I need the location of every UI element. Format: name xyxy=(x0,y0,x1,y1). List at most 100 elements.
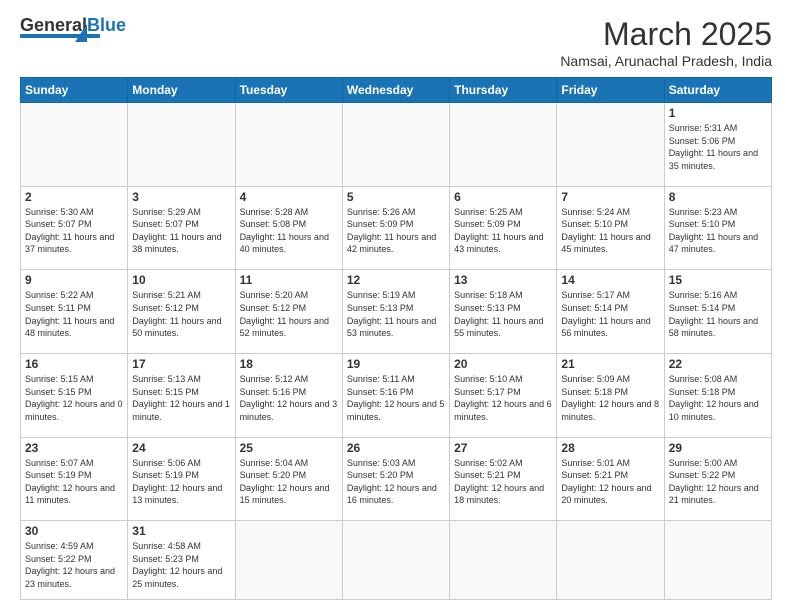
day-cell: 29Sunrise: 5:00 AM Sunset: 5:22 PM Dayli… xyxy=(664,437,771,521)
day-info: Sunrise: 5:03 AM Sunset: 5:20 PM Dayligh… xyxy=(347,457,445,507)
day-number: 16 xyxy=(25,357,123,371)
col-header-saturday: Saturday xyxy=(664,78,771,103)
day-info: Sunrise: 5:28 AM Sunset: 5:08 PM Dayligh… xyxy=(240,206,338,256)
day-info: Sunrise: 4:59 AM Sunset: 5:22 PM Dayligh… xyxy=(25,540,123,590)
day-cell: 13 Sunrise: 5:18 AM Sunset: 5:13 PM Dayli… xyxy=(450,270,557,354)
day-cell: 14 Sunrise: 5:17 AM Sunset: 5:14 PM Dayli… xyxy=(557,270,664,354)
week-row-0: 1 Sunrise: 5:31 AM Sunset: 5:06 PM Daylig… xyxy=(21,103,772,187)
day-info: Sunrise: 4:58 AM Sunset: 5:23 PM Dayligh… xyxy=(132,540,230,590)
col-header-sunday: Sunday xyxy=(21,78,128,103)
day-cell: 10 Sunrise: 5:21 AM Sunset: 5:12 PM Dayli… xyxy=(128,270,235,354)
day-info: Sunrise: 5:07 AM Sunset: 5:19 PM Dayligh… xyxy=(25,457,123,507)
day-number: 5 xyxy=(347,190,445,204)
header: GeneralBlue March 2025 Namsai, Arunachal… xyxy=(20,16,772,69)
day-number: 4 xyxy=(240,190,338,204)
day-cell: 25Sunrise: 5:04 AM Sunset: 5:20 PM Dayli… xyxy=(235,437,342,521)
day-cell: 30 Sunrise: 4:59 AM Sunset: 5:22 PM Dayli… xyxy=(21,521,128,600)
day-number: 26 xyxy=(347,441,445,455)
day-cell: 31 Sunrise: 4:58 AM Sunset: 5:23 PM Dayli… xyxy=(128,521,235,600)
day-cell: 2Sunrise: 5:30 AM Sunset: 5:07 PM Daylig… xyxy=(21,186,128,270)
day-info: Sunrise: 5:19 AM Sunset: 5:13 PM Dayligh… xyxy=(347,289,445,339)
col-header-friday: Friday xyxy=(557,78,664,103)
day-cell: 20Sunrise: 5:10 AM Sunset: 5:17 PM Dayli… xyxy=(450,353,557,437)
day-info: Sunrise: 5:24 AM Sunset: 5:10 PM Dayligh… xyxy=(561,206,659,256)
day-cell xyxy=(450,103,557,187)
day-cell: 15Sunrise: 5:16 AM Sunset: 5:14 PM Dayli… xyxy=(664,270,771,354)
day-number: 31 xyxy=(132,524,230,538)
week-row-2: 9 Sunrise: 5:22 AM Sunset: 5:11 PM Daylig… xyxy=(21,270,772,354)
col-header-wednesday: Wednesday xyxy=(342,78,449,103)
day-number: 9 xyxy=(25,273,123,287)
day-number: 2 xyxy=(25,190,123,204)
day-number: 11 xyxy=(240,273,338,287)
day-info: Sunrise: 5:29 AM Sunset: 5:07 PM Dayligh… xyxy=(132,206,230,256)
day-cell: 17 Sunrise: 5:13 AM Sunset: 5:15 PM Dayli… xyxy=(128,353,235,437)
day-cell: 7 Sunrise: 5:24 AM Sunset: 5:10 PM Daylig… xyxy=(557,186,664,270)
day-number: 18 xyxy=(240,357,338,371)
day-cell xyxy=(450,521,557,600)
day-cell: 6 Sunrise: 5:25 AM Sunset: 5:09 PM Daylig… xyxy=(450,186,557,270)
day-number: 24 xyxy=(132,441,230,455)
day-info: Sunrise: 5:22 AM Sunset: 5:11 PM Dayligh… xyxy=(25,289,123,339)
logo-blue: Blue xyxy=(87,15,126,35)
day-info: Sunrise: 5:13 AM Sunset: 5:15 PM Dayligh… xyxy=(132,373,230,423)
day-cell: 8Sunrise: 5:23 AM Sunset: 5:10 PM Daylig… xyxy=(664,186,771,270)
day-info: Sunrise: 5:17 AM Sunset: 5:14 PM Dayligh… xyxy=(561,289,659,339)
day-info: Sunrise: 5:31 AM Sunset: 5:06 PM Dayligh… xyxy=(669,122,767,172)
day-info: Sunrise: 5:15 AM Sunset: 5:15 PM Dayligh… xyxy=(25,373,123,423)
week-row-5: 30 Sunrise: 4:59 AM Sunset: 5:22 PM Dayli… xyxy=(21,521,772,600)
day-cell: 26 Sunrise: 5:03 AM Sunset: 5:20 PM Dayli… xyxy=(342,437,449,521)
day-info: Sunrise: 5:11 AM Sunset: 5:16 PM Dayligh… xyxy=(347,373,445,423)
day-cell: 11 Sunrise: 5:20 AM Sunset: 5:12 PM Dayli… xyxy=(235,270,342,354)
day-cell xyxy=(557,521,664,600)
day-cell xyxy=(128,103,235,187)
day-info: Sunrise: 5:20 AM Sunset: 5:12 PM Dayligh… xyxy=(240,289,338,339)
day-number: 10 xyxy=(132,273,230,287)
day-number: 17 xyxy=(132,357,230,371)
day-cell: 23 Sunrise: 5:07 AM Sunset: 5:19 PM Dayli… xyxy=(21,437,128,521)
day-info: Sunrise: 5:09 AM Sunset: 5:18 PM Dayligh… xyxy=(561,373,659,423)
day-cell: 9 Sunrise: 5:22 AM Sunset: 5:11 PM Daylig… xyxy=(21,270,128,354)
week-row-3: 16 Sunrise: 5:15 AM Sunset: 5:15 PM Dayli… xyxy=(21,353,772,437)
day-number: 7 xyxy=(561,190,659,204)
day-cell xyxy=(235,103,342,187)
day-info: Sunrise: 5:21 AM Sunset: 5:12 PM Dayligh… xyxy=(132,289,230,339)
day-cell: 3 Sunrise: 5:29 AM Sunset: 5:07 PM Daylig… xyxy=(128,186,235,270)
day-number: 3 xyxy=(132,190,230,204)
day-info: Sunrise: 5:12 AM Sunset: 5:16 PM Dayligh… xyxy=(240,373,338,423)
col-header-tuesday: Tuesday xyxy=(235,78,342,103)
day-cell xyxy=(235,521,342,600)
day-number: 20 xyxy=(454,357,552,371)
day-cell xyxy=(21,103,128,187)
day-cell: 24 Sunrise: 5:06 AM Sunset: 5:19 PM Dayli… xyxy=(128,437,235,521)
day-info: Sunrise: 5:00 AM Sunset: 5:22 PM Dayligh… xyxy=(669,457,767,507)
day-number: 21 xyxy=(561,357,659,371)
day-number: 23 xyxy=(25,441,123,455)
day-number: 22 xyxy=(669,357,767,371)
day-info: Sunrise: 5:08 AM Sunset: 5:18 PM Dayligh… xyxy=(669,373,767,423)
calendar-header-row: SundayMondayTuesdayWednesdayThursdayFrid… xyxy=(21,78,772,103)
logo: GeneralBlue xyxy=(20,16,126,42)
day-info: Sunrise: 5:06 AM Sunset: 5:19 PM Dayligh… xyxy=(132,457,230,507)
day-number: 14 xyxy=(561,273,659,287)
day-number: 27 xyxy=(454,441,552,455)
day-info: Sunrise: 5:18 AM Sunset: 5:13 PM Dayligh… xyxy=(454,289,552,339)
day-info: Sunrise: 5:16 AM Sunset: 5:14 PM Dayligh… xyxy=(669,289,767,339)
day-number: 6 xyxy=(454,190,552,204)
day-cell: 22 Sunrise: 5:08 AM Sunset: 5:18 PM Dayli… xyxy=(664,353,771,437)
day-number: 13 xyxy=(454,273,552,287)
day-cell: 21 Sunrise: 5:09 AM Sunset: 5:18 PM Dayli… xyxy=(557,353,664,437)
day-number: 1 xyxy=(669,106,767,120)
day-cell xyxy=(664,521,771,600)
day-cell: 16 Sunrise: 5:15 AM Sunset: 5:15 PM Dayli… xyxy=(21,353,128,437)
day-info: Sunrise: 5:02 AM Sunset: 5:21 PM Dayligh… xyxy=(454,457,552,507)
day-cell: 1 Sunrise: 5:31 AM Sunset: 5:06 PM Daylig… xyxy=(664,103,771,187)
day-number: 30 xyxy=(25,524,123,538)
day-cell xyxy=(557,103,664,187)
day-cell: 5 Sunrise: 5:26 AM Sunset: 5:09 PM Daylig… xyxy=(342,186,449,270)
day-number: 19 xyxy=(347,357,445,371)
day-cell: 4 Sunrise: 5:28 AM Sunset: 5:08 PM Daylig… xyxy=(235,186,342,270)
calendar-table: SundayMondayTuesdayWednesdayThursdayFrid… xyxy=(20,77,772,600)
day-info: Sunrise: 5:26 AM Sunset: 5:09 PM Dayligh… xyxy=(347,206,445,256)
day-info: Sunrise: 5:25 AM Sunset: 5:09 PM Dayligh… xyxy=(454,206,552,256)
